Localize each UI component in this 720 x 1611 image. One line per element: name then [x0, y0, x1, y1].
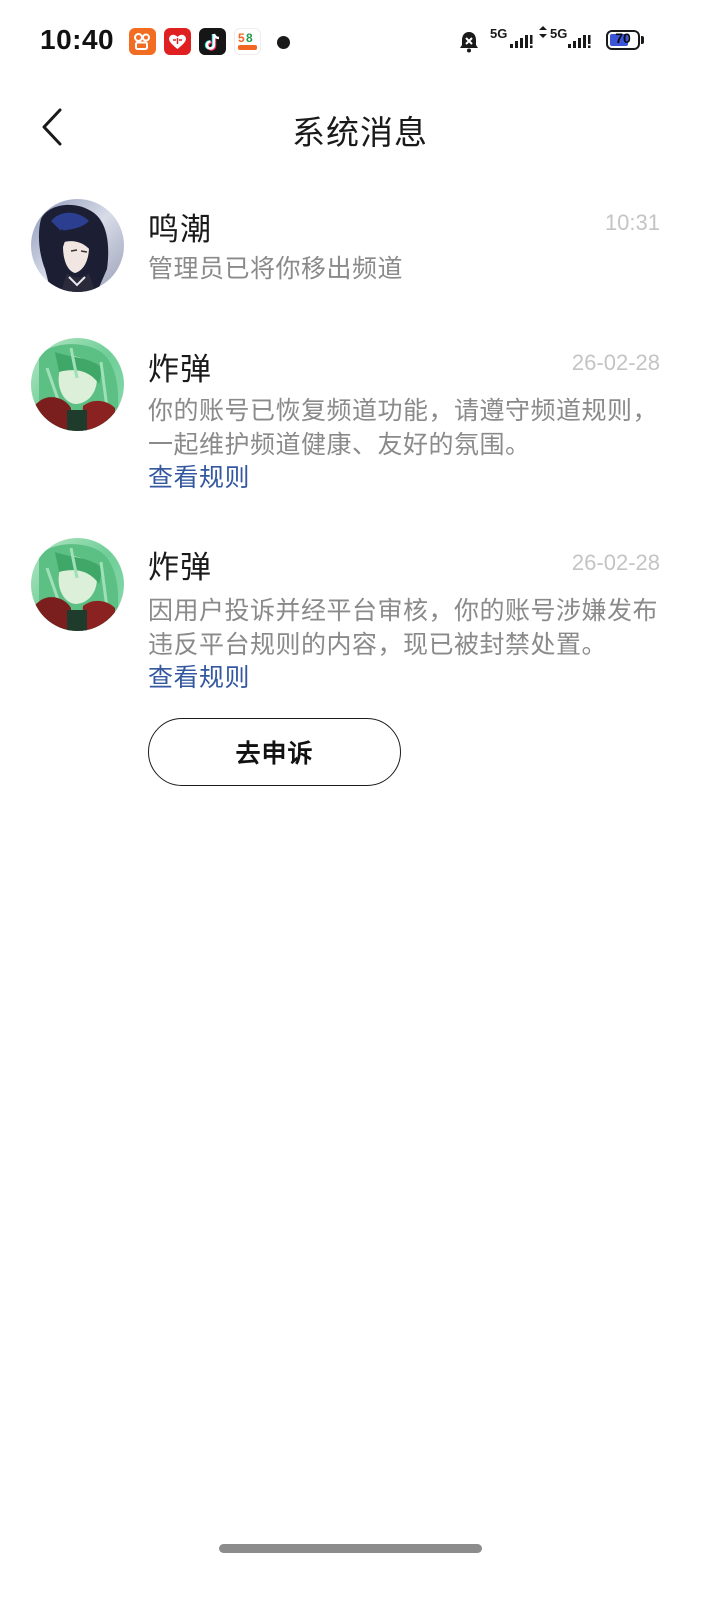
avatar[interactable] — [31, 199, 124, 292]
page-title: 系统消息 — [292, 113, 428, 152]
page-header: 系统消息 — [0, 92, 720, 164]
battery-icon: 70 — [606, 30, 640, 50]
view-rules-link[interactable]: 查看规则 — [148, 458, 250, 494]
home-indicator[interactable] — [219, 1544, 482, 1553]
view-rules-link[interactable]: 查看规则 — [148, 658, 250, 694]
battery-nub — [641, 36, 644, 44]
pinduoduo-app-icon — [164, 28, 191, 55]
battery-level-text: 70 — [615, 30, 631, 46]
58-app-icon: 5 8 — [234, 28, 261, 55]
douyin-app-icon — [199, 28, 226, 55]
signal-1-label: 5G — [490, 26, 508, 41]
message-item[interactable]: 鸣潮 10:31 管理员已将你移出频道 — [0, 190, 720, 310]
kuaishou-app-icon — [129, 28, 156, 55]
message-body: 你的账号已恢复频道功能，请遵守频道规则，一起维护频道健康、友好的氛围。 — [148, 396, 659, 459]
svg-text:5: 5 — [238, 31, 245, 45]
bell-mute-icon — [460, 32, 478, 53]
appeal-button[interactable]: 去申诉 — [148, 718, 401, 786]
avatar[interactable] — [31, 338, 124, 431]
signal-2-label: 5G — [550, 26, 568, 41]
green-haired-character-avatar — [31, 538, 124, 631]
svg-text:8: 8 — [246, 31, 253, 45]
message-time: 26-02-28 — [571, 550, 660, 575]
message-body: 管理员已将你移出频道 — [148, 254, 404, 283]
green-haired-character-avatar — [31, 338, 124, 431]
status-time: 10:40 — [40, 24, 115, 55]
message-body: 因用户投诉并经平台审核，你的账号涉嫌发布违反平台规则的内容，现已被封禁处置。 — [148, 596, 659, 659]
message-time: 26-02-28 — [571, 350, 660, 375]
sender-name: 鸣潮 — [148, 212, 212, 248]
message-item[interactable]: 炸弹 26-02-28 你的账号已恢复频道功能，请遵守频道规则，一起维护频道健康… — [0, 330, 720, 500]
message-time: 10:31 — [604, 210, 660, 235]
status-bar: 10:40 5 8 5G 5G 70 — [0, 0, 720, 84]
sender-name: 炸弹 — [148, 352, 212, 388]
sender-name: 炸弹 — [148, 550, 212, 586]
notification-dot — [277, 36, 290, 49]
dark-haired-character-avatar — [31, 199, 124, 292]
avatar[interactable] — [31, 538, 124, 631]
